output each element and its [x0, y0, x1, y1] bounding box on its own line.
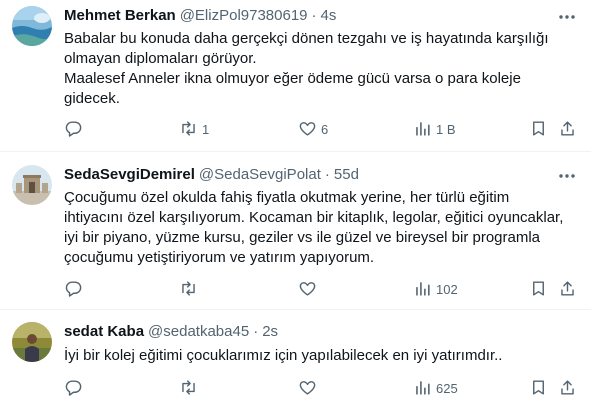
tweet-header: Mehmet Berkan @ElizPol97380619 · 4s [64, 6, 336, 26]
retweet-button[interactable] [179, 379, 202, 399]
timestamp[interactable]: 55d [334, 166, 359, 183]
separator: · [324, 166, 330, 183]
retweet-icon [179, 119, 198, 141]
more-horizontal-icon[interactable] [557, 166, 577, 186]
display-name[interactable]: sedat Kaba [64, 323, 144, 340]
share-button[interactable] [558, 379, 577, 399]
tweet-text: Babalar bu konuda daha gerçekçi dönen te… [64, 30, 549, 107]
avatar[interactable] [12, 165, 52, 205]
bookmark-button[interactable] [529, 120, 548, 140]
separator: · [253, 323, 259, 340]
views-button[interactable]: 102 [413, 280, 458, 300]
share-icon [558, 279, 577, 301]
bookmark-icon [529, 279, 548, 301]
heart-icon [298, 119, 317, 141]
views-chart-icon [413, 378, 432, 400]
share-button[interactable] [558, 120, 577, 140]
action-bar: 102 [64, 280, 591, 300]
separator: · [311, 7, 317, 24]
bookmark-button[interactable] [529, 379, 548, 399]
like-button[interactable] [298, 379, 321, 399]
heart-icon [298, 378, 317, 400]
view-count: 102 [436, 282, 458, 297]
bookmark-icon [529, 119, 548, 141]
like-button[interactable]: 6 [298, 120, 328, 140]
user-handle[interactable]: @sedatkaba45 [148, 323, 249, 340]
avatar[interactable] [12, 6, 52, 46]
bookmark-icon [529, 378, 548, 400]
action-bar: 625 [64, 379, 591, 399]
display-name[interactable]: SedaSevgiDemirel [64, 166, 195, 183]
share-button[interactable] [558, 280, 577, 300]
reply-icon [64, 119, 83, 141]
heart-icon [298, 279, 317, 301]
user-handle[interactable]: @SedaSevgiPolat [199, 166, 321, 183]
more-horizontal-icon[interactable] [557, 7, 577, 27]
share-icon [558, 378, 577, 400]
retweet-count: 1 [202, 122, 210, 137]
tweet[interactable]: sedat Kaba @sedatkaba45 · 2s İyi bir kolej … [0, 310, 591, 413]
view-count: 1 B [436, 122, 456, 137]
views-chart-icon [413, 279, 432, 301]
like-count: 6 [321, 122, 329, 137]
views-button[interactable]: 625 [413, 379, 458, 399]
retweet-button[interactable] [179, 280, 202, 300]
tweet-text: İyi bir kolej eğitimi çocuklarımız için … [64, 347, 503, 364]
tweet-text: Çocuğumu özel okulda fahiş fiyatla okutm… [64, 189, 564, 266]
tweet[interactable]: Mehmet Berkan @ElizPol97380619 · 4s Babalar… [0, 0, 591, 152]
action-bar: 1 6 1 B [64, 120, 591, 140]
timestamp[interactable]: 4s [321, 7, 337, 24]
retweet-icon [179, 279, 198, 301]
reply-icon [64, 378, 83, 400]
reply-button[interactable] [64, 280, 87, 300]
avatar[interactable] [12, 322, 52, 362]
views-chart-icon [413, 119, 432, 141]
tweet-header: SedaSevgiDemirel @SedaSevgiPolat · 55d [64, 165, 359, 185]
bookmark-button[interactable] [529, 280, 548, 300]
display-name[interactable]: Mehmet Berkan [64, 7, 176, 24]
retweet-button[interactable]: 1 [179, 120, 209, 140]
like-button[interactable] [298, 280, 321, 300]
reply-icon [64, 279, 83, 301]
retweet-icon [179, 378, 198, 400]
views-button[interactable]: 1 B [413, 120, 456, 140]
timestamp[interactable]: 2s [262, 323, 278, 340]
tweet-header: sedat Kaba @sedatkaba45 · 2s [64, 322, 278, 342]
reply-button[interactable] [64, 120, 87, 140]
reply-button[interactable] [64, 379, 87, 399]
share-icon [558, 119, 577, 141]
user-handle[interactable]: @ElizPol97380619 [180, 7, 308, 24]
view-count: 625 [436, 381, 458, 396]
tweet[interactable]: SedaSevgiDemirel @SedaSevgiPolat · 55d Çocu… [0, 152, 591, 310]
